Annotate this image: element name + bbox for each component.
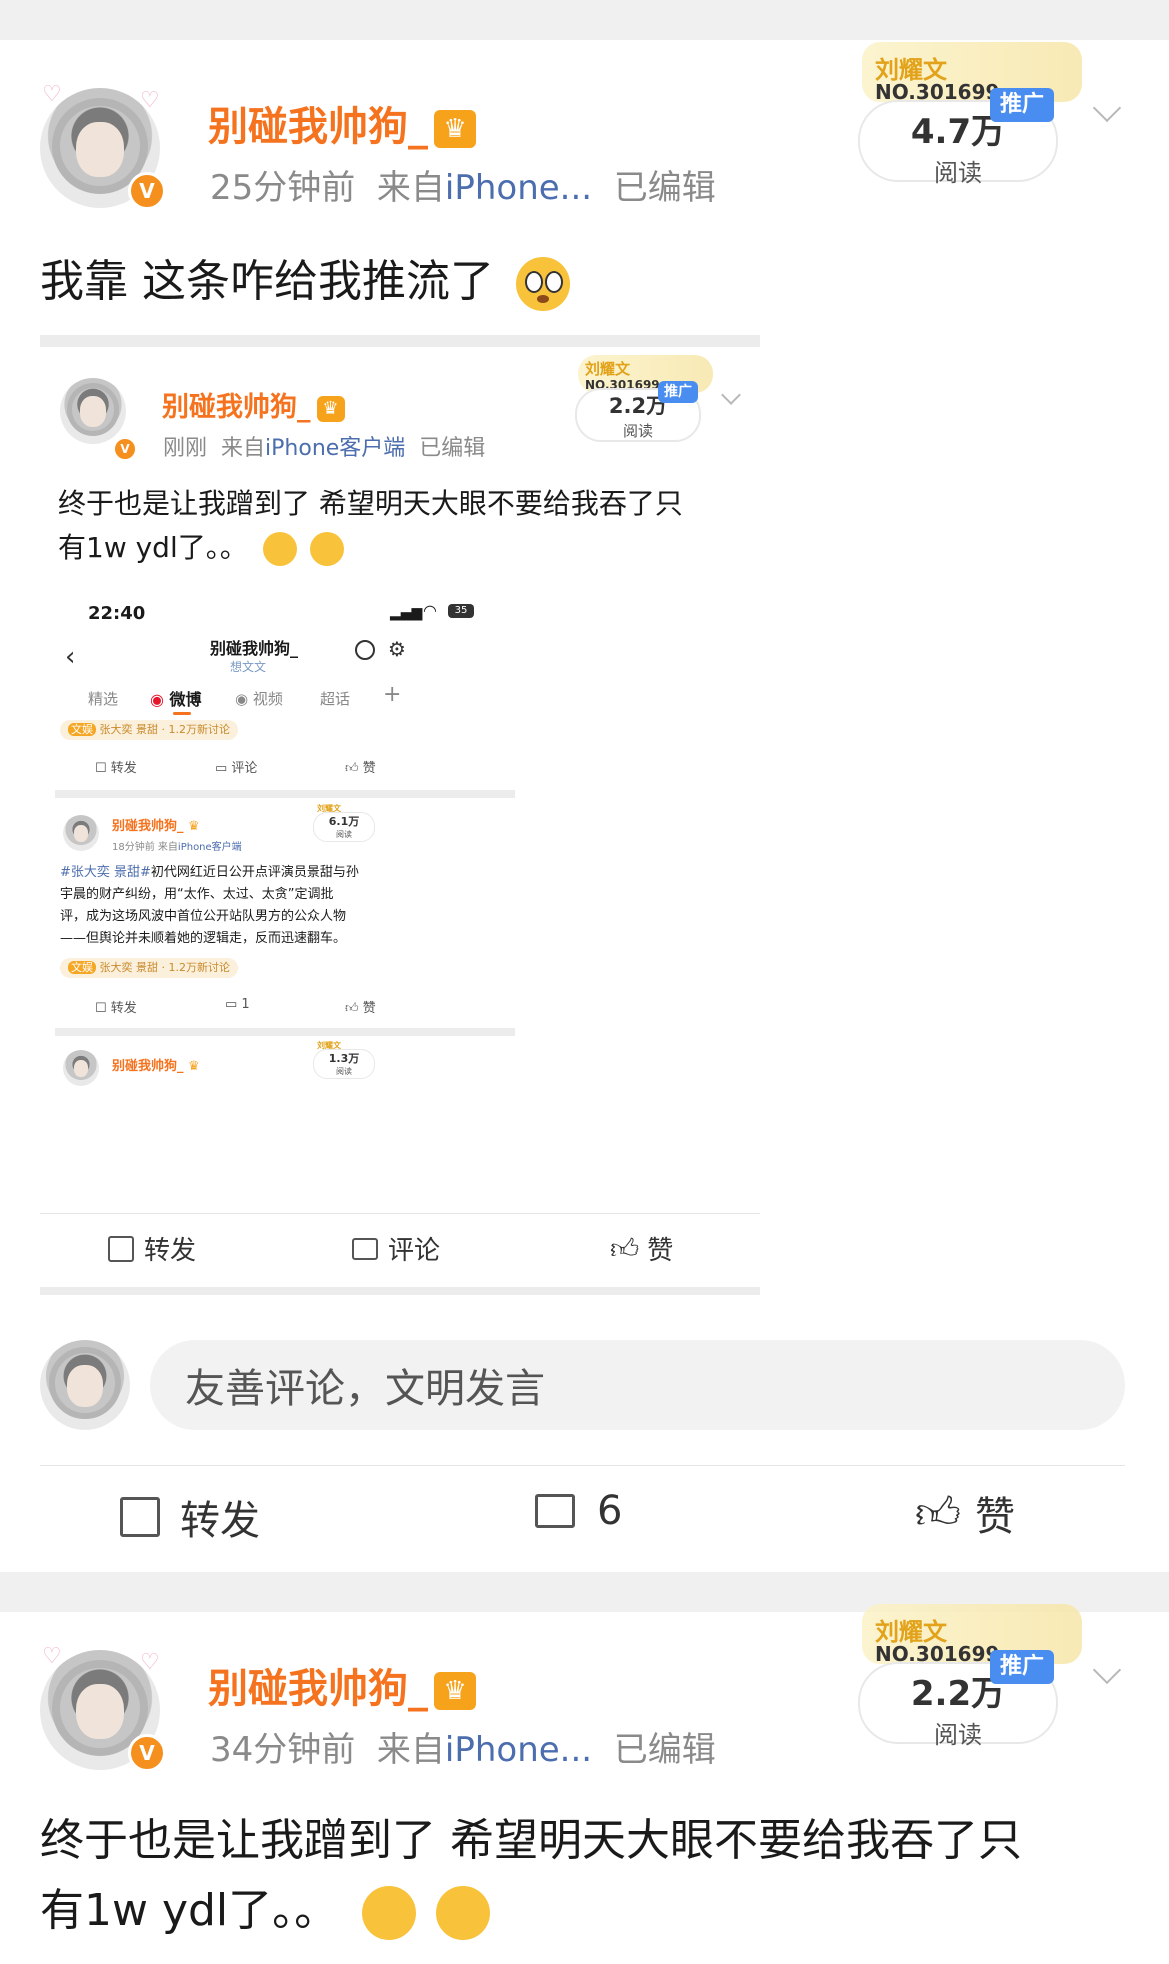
separator	[55, 1028, 515, 1036]
search-icon[interactable]	[355, 640, 375, 660]
repost-action[interactable]: ☐ 转发	[95, 997, 137, 1016]
wifi-icon: ◠	[423, 601, 437, 620]
like-action[interactable]: 👍︎ 赞	[345, 997, 376, 1016]
avatar[interactable]	[63, 1050, 99, 1086]
tab-supertopic[interactable]: 超话	[320, 688, 350, 709]
comment-icon	[352, 1237, 378, 1260]
post-meta: 25分钟前 来自iPhone... 已编辑	[210, 168, 716, 208]
card-comment-button[interactable]: 评论	[352, 1230, 440, 1267]
status-time: 22:40	[88, 603, 146, 624]
profile-name: 别碰我帅狗_	[210, 639, 299, 658]
topic-chip[interactable]: 文娱 张大奕 景甜 · 1.2万新讨论	[60, 720, 238, 740]
add-tab-icon[interactable]: +	[383, 682, 401, 707]
verified-badge-icon: V	[128, 1734, 166, 1772]
crying-face-emoji-icon	[262, 532, 297, 566]
gear-icon[interactable]: ⚙	[388, 637, 406, 661]
comment-button[interactable]: 6	[535, 1488, 622, 1534]
signal-icon: ▂▄▆	[390, 605, 423, 621]
post-text: 我靠 这条咋给我推流了	[40, 245, 570, 311]
comment-icon	[535, 1494, 575, 1528]
read-count-card: 1.3万 阅读	[313, 1049, 375, 1079]
topic-chip[interactable]: 文娱 张大奕 景甜 · 1.2万新讨论	[60, 958, 238, 978]
promo-badge[interactable]: 推广	[658, 381, 698, 403]
avatar[interactable]	[63, 815, 99, 851]
source-link[interactable]: iPhone...	[445, 1730, 592, 1770]
thumbs-up-icon: 👍︎	[610, 1231, 640, 1265]
heart-frame-icon: ♡	[140, 1650, 160, 1675]
post-meta: 34分钟前 来自iPhone... 已编辑	[210, 1730, 716, 1770]
username: 别碰我帅狗_ ♛	[112, 1059, 200, 1074]
verified-badge-icon: V	[128, 172, 166, 210]
current-user-avatar[interactable]	[40, 1340, 130, 1430]
heart-frame-icon: ♡	[140, 88, 160, 113]
promo-badge[interactable]: 推广	[990, 1650, 1054, 1684]
source-link[interactable]: iPhone...	[445, 168, 592, 208]
attached-screenshot[interactable]: 22:40 ▂▄▆ ◠ 35 ‹ 别碰我帅狗_ 想文文 ⚙ 精选 ◉ 微博 ◉ …	[55, 585, 515, 1185]
source-link[interactable]: iPhone客户端	[265, 436, 405, 461]
heart-frame-icon: ♡	[42, 82, 62, 107]
crying-face-emoji-icon	[362, 1886, 417, 1940]
post-meta: 刚刚 来自iPhone客户端 已编辑	[163, 436, 486, 461]
promo-badge[interactable]: 推广	[990, 88, 1054, 122]
chevron-down-icon[interactable]	[1092, 1655, 1122, 1685]
avatar[interactable]	[60, 378, 126, 444]
card-divider	[40, 1213, 760, 1214]
tab-active-indicator	[173, 712, 191, 715]
username[interactable]: 别碰我帅狗_ ♛	[162, 385, 345, 424]
comment-input[interactable]: 友善评论，文明发言	[150, 1340, 1125, 1430]
flushed-face-emoji-icon	[516, 257, 570, 311]
tab-weibo[interactable]: ◉ 微博	[150, 686, 202, 710]
video-icon: ◉	[235, 690, 249, 708]
repost-icon	[108, 1235, 134, 1262]
crown-icon: ♛	[434, 110, 476, 148]
tab-video[interactable]: ◉ 视频	[235, 688, 283, 709]
card-like-button[interactable]: 👍︎ 赞	[610, 1230, 673, 1267]
username[interactable]: 别碰我帅狗_ ♛	[208, 94, 476, 152]
repost-action[interactable]: ☐ 转发	[95, 757, 137, 776]
inner-post-text: #张大奕 景甜#初代网红近日公开点评演员景甜与孙 宇晨的财产纠纷，用“太作、太过…	[60, 865, 359, 946]
username: 别碰我帅狗_ ♛	[112, 819, 200, 834]
post-meta: 18分钟前 来自iPhone客户端	[112, 842, 242, 853]
chevron-down-icon[interactable]	[1092, 93, 1122, 123]
hashtag-link[interactable]: #张大奕 景甜#	[60, 865, 151, 880]
fan-badge-name: 刘耀文	[585, 360, 631, 378]
repost-button[interactable]: 转发	[120, 1488, 260, 1546]
separator	[55, 790, 515, 798]
post-text: 终于也是让我蹭到了 希望明天大眼不要给我吞了只 有1w ydl了。。	[58, 487, 683, 566]
tab-featured[interactable]: 精选	[88, 688, 118, 709]
like-action[interactable]: 👍︎ 赞	[345, 757, 376, 776]
comment-action[interactable]: ▭ 评论	[215, 757, 257, 776]
card-repost-button[interactable]: 转发	[108, 1230, 196, 1267]
topic-tag: 文娱	[68, 723, 96, 736]
divider	[40, 1465, 1125, 1466]
back-icon[interactable]: ‹	[65, 642, 75, 672]
battery-icon: 35	[448, 604, 474, 618]
weibo-logo-icon: ◉	[150, 690, 164, 709]
crown-icon: ♛	[316, 395, 345, 422]
crying-face-emoji-icon	[309, 532, 344, 566]
verified-badge-icon: V	[113, 437, 137, 461]
top-separator	[0, 0, 1169, 40]
like-button[interactable]: 👍︎ 赞	[915, 1484, 1015, 1542]
post-text: 终于也是让我蹭到了 希望明天大眼不要给我吞了只 有1w ydl了。。	[40, 1806, 1022, 1946]
heart-frame-icon: ♡	[42, 1644, 62, 1669]
read-count-card: 6.1万 阅读	[313, 812, 375, 842]
profile-sub: 想文文	[230, 660, 267, 674]
username[interactable]: 别碰我帅狗_ ♛	[208, 1656, 476, 1714]
comment-action[interactable]: ▭ 1	[225, 997, 250, 1012]
thumbs-up-icon: 👍︎	[915, 1487, 961, 1539]
crown-icon: ♛	[434, 1672, 476, 1710]
crying-face-emoji-icon	[436, 1886, 491, 1940]
repost-icon	[120, 1497, 160, 1537]
